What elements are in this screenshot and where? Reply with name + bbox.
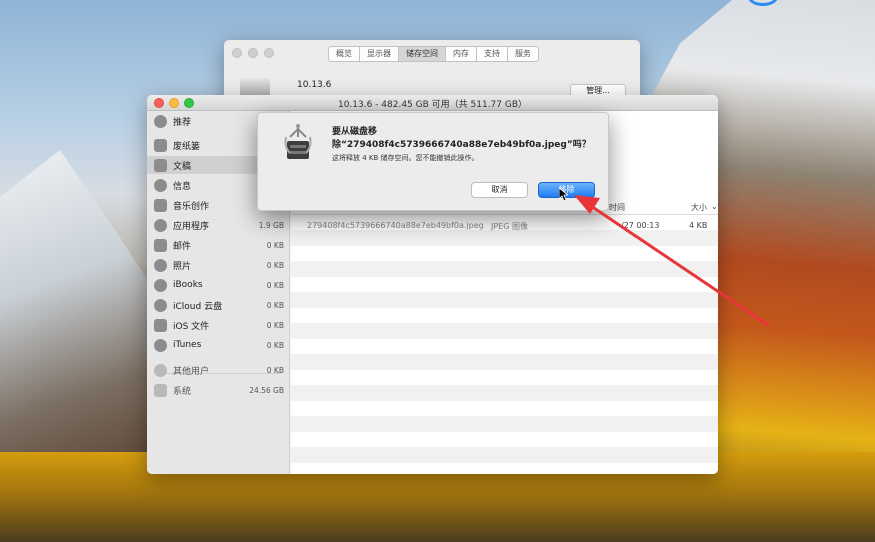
- dialog-title-line2: 除“279408f4c5739666740a88e7eb49bf0a.jpeg”…: [332, 140, 591, 150]
- user-icon: [154, 363, 167, 377]
- itunes-icon: [154, 338, 167, 352]
- file-name: 279408f4c5739666740a88e7eb49bf0a.jpeg: [307, 221, 483, 230]
- mail-icon: [154, 238, 167, 252]
- sidebar-item-mail[interactable]: 邮件 0 KB: [154, 236, 284, 254]
- sidebar-item-size: 0 KB: [266, 365, 284, 375]
- sidebar-item-itunes[interactable]: iTunes 0 KB: [154, 336, 284, 354]
- file-time: /27 00:13: [621, 221, 660, 230]
- gear-icon: [154, 383, 167, 397]
- cancel-button[interactable]: 取消: [471, 182, 528, 198]
- window-title: 10.13.6 - 482.45 GB 可用（共 511.77 GB）: [337, 100, 528, 110]
- close-button[interactable]: [232, 48, 242, 58]
- os-version: 10.13.6: [297, 80, 332, 90]
- phone-icon: [154, 318, 167, 332]
- tab-service[interactable]: 服务: [508, 47, 538, 61]
- sidebar-item-other-users[interactable]: 其他用户 0 KB: [154, 361, 284, 379]
- sidebar-item-label: iBooks: [173, 280, 203, 290]
- sidebar-item-ibooks[interactable]: iBooks 0 KB: [154, 276, 284, 294]
- photos-icon: [154, 258, 167, 272]
- title-bar: 10.13.6 - 482.45 GB 可用（共 511.77 GB）: [147, 95, 718, 111]
- dialog-title-line1: 要从磁盘移: [332, 127, 378, 137]
- about-tabs: 概览 显示器 储存空间 内存 支持 服务: [328, 46, 539, 62]
- sidebar-item-label: iTunes: [173, 340, 202, 350]
- sidebar-item-applications[interactable]: 应用程序 1.9 GB: [154, 216, 284, 234]
- traffic-lights: [232, 48, 274, 58]
- tab-support[interactable]: 支持: [477, 47, 508, 61]
- sidebar-item-label: 应用程序: [173, 221, 210, 232]
- sidebar-item-size: 0 KB: [266, 280, 284, 290]
- chevron-down-icon[interactable]: ⌄: [711, 202, 718, 211]
- remove-confirmation-dialog: 要从磁盘移 除“279408f4c5739666740a88e7eb49bf0a…: [257, 112, 609, 211]
- tab-storage[interactable]: 储存空间: [399, 47, 446, 61]
- cloud-icon: [154, 298, 167, 312]
- message-icon: [154, 178, 167, 192]
- app-icon: [154, 218, 167, 232]
- sidebar-item-photos[interactable]: 照片 0 KB: [154, 256, 284, 274]
- zoom-button[interactable]: [264, 48, 274, 58]
- disk-utility-icon: [284, 124, 312, 159]
- minimize-button[interactable]: [248, 48, 258, 58]
- sidebar-item-size: 0 KB: [266, 340, 284, 350]
- trash-icon: [154, 138, 167, 152]
- book-icon: [154, 278, 167, 292]
- table-row[interactable]: 279408f4c5739666740a88e7eb49bf0a.jpeg JP…: [291, 219, 718, 233]
- sidebar-item-size: 0 KB: [266, 320, 284, 330]
- file-size: 4 KB: [689, 221, 708, 230]
- sidebar-item-size: 1.9 GB: [258, 220, 284, 230]
- document-icon: [154, 158, 167, 172]
- sidebar-item-size: 24.56 GB: [249, 385, 284, 395]
- sidebar-item-size: 0 KB: [266, 260, 284, 270]
- sidebar-item-label: 照片: [173, 261, 192, 272]
- sidebar-item-label: 系统: [173, 386, 192, 397]
- dialog-message: 这将释放 4 KB 储存空间。您不能撤销此操作。: [332, 154, 479, 162]
- sidebar-item-label: iCloud 云盘: [173, 301, 223, 312]
- tab-displays[interactable]: 显示器: [360, 47, 399, 61]
- sidebar-item-label: 邮件: [173, 241, 192, 252]
- sidebar-item-ios-files[interactable]: iOS 文件 0 KB: [154, 316, 284, 334]
- sidebar-item-size: 0 KB: [266, 240, 284, 250]
- mouse-cursor-icon: [559, 188, 568, 202]
- lightbulb-icon: [154, 114, 167, 128]
- file-list-rows: [291, 215, 718, 474]
- sidebar-item-icloud-drive[interactable]: iCloud 云盘 0 KB: [154, 296, 284, 314]
- tab-overview[interactable]: 概览: [329, 47, 360, 61]
- column-header-size[interactable]: 大小: [691, 202, 707, 213]
- sidebar-item-system[interactable]: 系统 24.56 GB: [154, 381, 284, 399]
- tab-memory[interactable]: 内存: [446, 47, 477, 61]
- sidebar-item-label: 其他用户: [173, 366, 210, 377]
- music-icon: [154, 198, 167, 212]
- column-header-time[interactable]: 时间: [609, 202, 625, 213]
- sidebar-item-size: 0 KB: [266, 300, 284, 310]
- sidebar-item-label: iOS 文件: [173, 321, 210, 332]
- file-kind: JPEG 图像: [491, 222, 528, 231]
